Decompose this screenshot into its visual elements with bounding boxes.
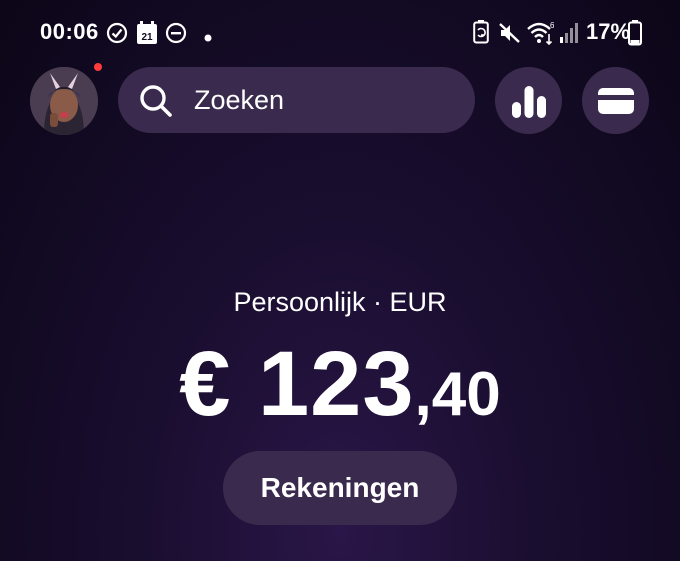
dnd-icon: [165, 22, 187, 49]
battery-percent: 17%: [586, 19, 631, 44]
search-placeholder: Zoeken: [194, 85, 285, 115]
svg-text:6: 6: [550, 21, 554, 30]
calendar-icon: 21: [136, 21, 158, 50]
dot-icon: [204, 29, 212, 47]
search-bar[interactable]: Zoeken: [118, 67, 475, 133]
balance-cents: ,40: [414, 360, 501, 429]
avatar[interactable]: [30, 67, 98, 135]
account-label: Persoonlijk · EUR: [233, 287, 447, 317]
status-bar: 00:06 21 6 17%: [0, 0, 680, 66]
wifi-icon: 6: [526, 20, 555, 51]
signal-icon: [558, 22, 580, 49]
mute-icon: [498, 21, 522, 50]
balance-amount: € 123,40: [0, 332, 680, 437]
analytics-button[interactable]: [495, 67, 562, 134]
card-icon: [597, 87, 634, 114]
bar-chart-icon: [511, 85, 546, 118]
notification-dot: [94, 63, 102, 71]
search-icon: [138, 83, 174, 124]
calendar-day: 21: [141, 32, 153, 43]
battery-icon: [628, 20, 642, 51]
status-time: 00:06: [40, 19, 99, 44]
check-circle-icon: [106, 22, 128, 49]
accounts-button[interactable]: Rekeningen: [223, 451, 457, 525]
balance-main: € 123: [179, 333, 415, 435]
battery-saver-icon: [473, 20, 489, 49]
cards-button[interactable]: [582, 67, 649, 134]
